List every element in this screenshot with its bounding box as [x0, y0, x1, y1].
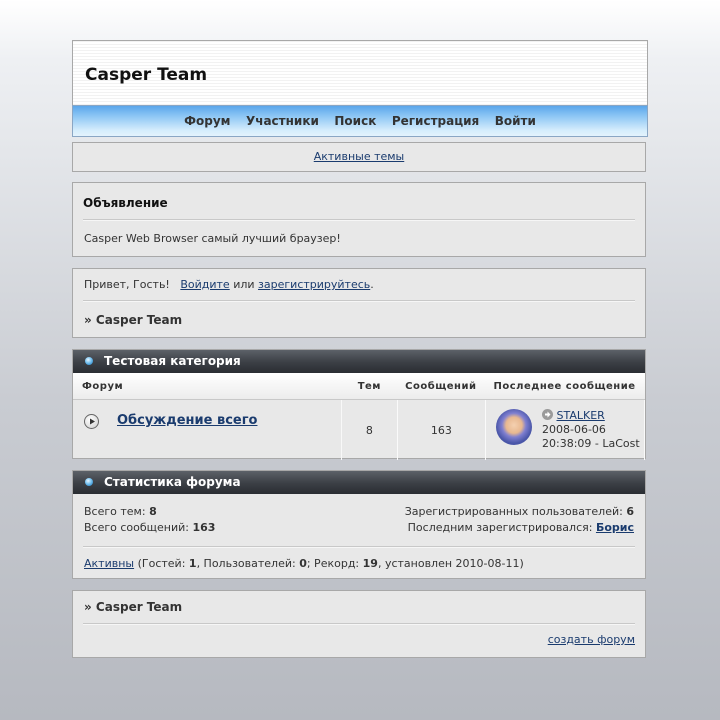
- topics-count: 8: [341, 399, 398, 460]
- category-title[interactable]: Тестовая категория: [104, 354, 241, 368]
- last-registered-label: Последним зарегистрировался:: [407, 521, 593, 534]
- divider: [83, 219, 635, 221]
- stats-header: Статистика форума: [73, 471, 645, 494]
- col-last-post: Последнее сообщение: [485, 373, 645, 400]
- forum-name-link[interactable]: Обсуждение всего: [117, 413, 257, 428]
- bullet-icon: [85, 357, 93, 365]
- divider: [83, 546, 635, 548]
- welcome-panel: Привет, Гость! Войдите или зарегистрируй…: [72, 268, 646, 338]
- record-count: 19: [362, 557, 378, 570]
- total-posts-value: 163: [192, 521, 216, 534]
- stats-left: Всего тем: 8 Всего сообщений: 163: [84, 504, 215, 536]
- footer-breadcrumb[interactable]: » Casper Team: [83, 600, 635, 614]
- announcement-title: Объявление: [83, 196, 168, 210]
- last-post-info: STALKER 2008-06-06 20:38:09 - LaCost: [542, 409, 640, 451]
- welcome-line: Привет, Гость! Войдите или зарегистрируй…: [83, 278, 635, 291]
- site-header: Casper Team: [72, 40, 648, 106]
- register-link[interactable]: зарегистрируйтесь: [258, 278, 370, 291]
- nav-forum[interactable]: Форум: [184, 106, 230, 136]
- stats-panel: Статистика форума Всего тем: 8 Всего соо…: [72, 470, 646, 579]
- last-post-cell: STALKER 2008-06-06 20:38:09 - LaCost: [485, 399, 645, 460]
- last-post-date: 2008-06-06: [542, 423, 606, 436]
- active-users-line: Активны (Гостей: 1, Пользователей: 0; Ре…: [73, 557, 645, 570]
- footer-panel: » Casper Team создать форум: [72, 590, 646, 658]
- col-posts: Сообщений: [397, 373, 486, 400]
- announcement-text: Casper Web Browser самый лучший браузер!: [84, 232, 341, 245]
- forum-table: Форум Тем Сообщений Последнее сообщение …: [73, 373, 645, 460]
- divider: [83, 623, 635, 625]
- breadcrumb[interactable]: » Casper Team: [83, 313, 635, 327]
- nav-members[interactable]: Участники: [246, 106, 319, 136]
- nav-register[interactable]: Регистрация: [392, 106, 479, 136]
- record-label: ; Рекорд:: [306, 557, 360, 570]
- stats-title: Статистика форума: [104, 475, 241, 489]
- go-to-post-icon[interactable]: [542, 409, 553, 420]
- stats-right: Зарегистрированных пользователей: 6 Посл…: [405, 504, 634, 536]
- last-registered-user-link[interactable]: Борис: [596, 521, 634, 534]
- or-text: или: [233, 278, 255, 291]
- col-forum: Форум: [73, 373, 342, 400]
- last-post-time: 20:38:09 - LaCost: [542, 437, 640, 450]
- divider: [83, 300, 635, 302]
- announcement-panel: Объявление Casper Web Browser самый лучш…: [72, 182, 646, 257]
- forum-cell: Обсуждение всего: [73, 399, 342, 460]
- dot-text: .: [370, 278, 374, 291]
- active-topics-bar: Активные темы: [72, 142, 646, 172]
- table-header-row: Форум Тем Сообщений Последнее сообщение: [73, 373, 645, 400]
- active-users-link[interactable]: Активны: [84, 557, 134, 570]
- bullet-icon: [85, 478, 93, 486]
- registered-users-value: 6: [626, 505, 634, 518]
- total-posts-label: Всего сообщений:: [84, 521, 189, 534]
- last-post-user-link[interactable]: STALKER: [557, 409, 605, 422]
- nav-search[interactable]: Поиск: [334, 106, 376, 136]
- users-label: , Пользователей:: [196, 557, 296, 570]
- total-topics-value: 8: [149, 505, 157, 518]
- footer-actions: создать форум: [83, 633, 635, 646]
- guests-count: 1: [188, 557, 197, 570]
- active-topics-link[interactable]: Активные темы: [314, 150, 405, 163]
- guests-label: (Гостей:: [137, 557, 186, 570]
- users-count: 0: [299, 557, 307, 570]
- site-logo[interactable]: Casper Team: [85, 65, 207, 85]
- posts-count: 163: [396, 399, 487, 460]
- main-navbar: Форум Участники Поиск Регистрация Войти: [72, 105, 648, 137]
- login-link[interactable]: Войдите: [180, 278, 229, 291]
- greeting-text: Привет, Гость!: [84, 278, 170, 291]
- total-topics-label: Всего тем:: [84, 505, 146, 518]
- nav-login[interactable]: Войти: [495, 106, 536, 136]
- category-header[interactable]: Тестовая категория: [73, 350, 645, 373]
- record-date: , установлен 2010-08-11): [377, 557, 524, 570]
- forum-arrow-icon[interactable]: [84, 414, 99, 429]
- registered-users-label: Зарегистрированных пользователей:: [404, 505, 623, 518]
- category-panel: Тестовая категория Форум Тем Сообщений П…: [72, 349, 646, 460]
- create-forum-link[interactable]: создать форум: [548, 633, 635, 646]
- table-row: Обсуждение всего 8 163 STALKER 2008-06-0…: [73, 399, 645, 460]
- avatar[interactable]: [496, 409, 532, 445]
- stats-body: Всего тем: 8 Всего сообщений: 163 Зареги…: [73, 494, 645, 544]
- col-topics: Тем: [341, 373, 398, 400]
